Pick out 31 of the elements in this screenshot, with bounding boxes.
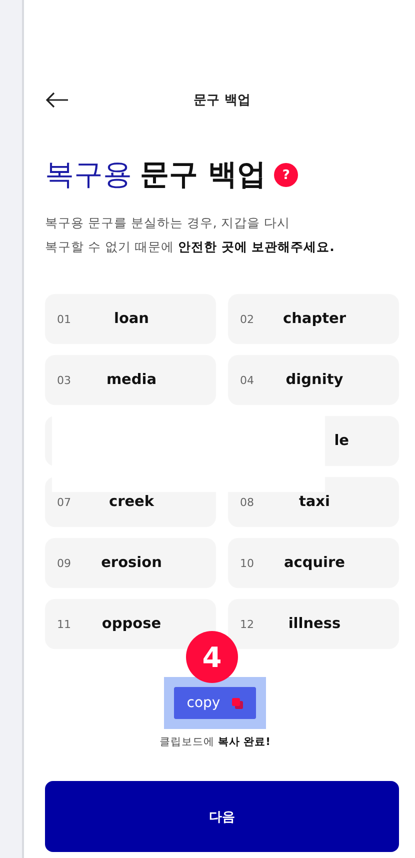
copy-icon	[232, 698, 244, 708]
word-text: media	[105, 372, 158, 388]
word-number: 12	[240, 618, 255, 630]
word-number: 01	[57, 312, 72, 326]
word-text: acquire	[282, 555, 346, 571]
word-text: erosion	[100, 555, 163, 571]
page-title: 문구 백업	[194, 93, 250, 108]
word-text: dignity	[284, 372, 344, 388]
word-text: taxi	[298, 494, 332, 510]
word-number: 11	[57, 618, 72, 630]
word-number: 07	[57, 496, 72, 508]
word-number: 04	[240, 374, 255, 386]
word-number: 03	[57, 374, 72, 386]
word-text: oppose	[100, 616, 162, 632]
word-text: illness	[287, 616, 342, 632]
heading-accent: 복구용	[45, 156, 132, 193]
word-number: 08	[240, 496, 255, 508]
word-text: chapter	[282, 311, 347, 327]
help-icon[interactable]: ?	[274, 163, 298, 187]
word-text: creek	[108, 494, 156, 510]
copy-button[interactable]: copy	[174, 687, 256, 719]
word-number: 09	[57, 556, 72, 570]
word-text: loan	[112, 311, 150, 327]
description-text: 복구용 문구를 분실하는 경우, 지갑을 다시 복구할 수 없기 때문에 안전한 곳에 보관해주세요.	[45, 214, 336, 256]
copy-notice: 클립보드에 복사 완료!	[158, 735, 272, 749]
heading-text: 문구 백업	[140, 156, 266, 193]
next-button[interactable]: 다음	[45, 781, 399, 852]
word-text: le	[333, 433, 350, 449]
word-number: 02	[240, 312, 255, 326]
back-arrow-icon[interactable]	[45, 92, 69, 108]
word-number: 10	[240, 556, 255, 570]
